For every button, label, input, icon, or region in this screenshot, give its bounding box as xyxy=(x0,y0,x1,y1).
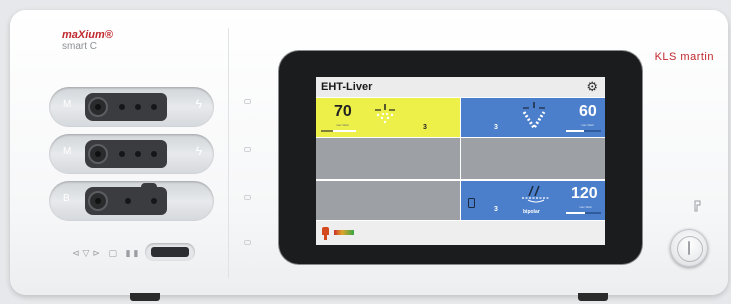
product-model: smart C xyxy=(62,41,97,52)
plug-pin xyxy=(151,198,157,204)
power-level-track xyxy=(566,212,601,214)
socket-3-indicator xyxy=(244,195,251,200)
neutral-electrode-port[interactable] xyxy=(145,243,195,261)
status-footer xyxy=(316,221,605,245)
plug-pin xyxy=(151,104,157,110)
socket-label: B xyxy=(63,193,70,204)
handpiece-icon xyxy=(468,198,475,208)
instrument-socket-2[interactable]: M ϟ xyxy=(49,134,214,174)
power-value: 60 xyxy=(579,103,597,120)
defib-proof-icon: ▮▮ xyxy=(125,248,142,258)
power-value: 120 xyxy=(571,185,598,202)
power-level-fill xyxy=(566,130,584,132)
power-level-track xyxy=(566,130,601,132)
plug-tab xyxy=(141,183,157,189)
plug-pin xyxy=(125,198,131,204)
channel-panel-empty xyxy=(316,181,460,220)
channel-panel-empty xyxy=(461,138,605,179)
device-foot-left xyxy=(130,293,160,301)
plug-ring xyxy=(88,144,108,164)
power-level-track xyxy=(321,130,356,132)
power-level-fill xyxy=(321,130,334,132)
program-title-bar: EHT-Liver ⚙ xyxy=(316,77,605,97)
program-title: EHT-Liver xyxy=(321,81,373,93)
socket-1-indicator xyxy=(244,99,251,104)
power-level-fill xyxy=(566,212,586,214)
connector-plug[interactable] xyxy=(85,140,167,168)
cut-spray-icon xyxy=(375,104,395,124)
bipolar-icon xyxy=(522,185,550,203)
power-sublabel: max Watt xyxy=(579,205,592,209)
touchscreen[interactable]: EHT-Liver ⚙ 70 max Watt 3 3 60 max Watt … xyxy=(316,77,605,245)
neutral-electrode-symbols: ⊲▽⊳ ▢ ▮▮ xyxy=(72,248,141,259)
tool-icon xyxy=(694,200,701,212)
neutral-electrode-gauge-icon xyxy=(334,230,354,235)
connector-plug[interactable] xyxy=(85,183,167,215)
plug-pin xyxy=(119,104,125,110)
socket-2-indicator xyxy=(244,147,251,152)
mode-label: bipolar xyxy=(523,209,540,215)
socket-label: M xyxy=(63,146,72,157)
lightning-icon: ϟ xyxy=(195,144,202,158)
manufacturer-logo: KLS martin xyxy=(654,51,714,63)
plug-pin xyxy=(135,104,141,110)
panel-divider xyxy=(228,28,229,278)
power-sublabel: max Watt xyxy=(336,123,349,127)
channel-panel-empty xyxy=(316,138,460,179)
gear-icon[interactable]: ⚙ xyxy=(586,79,598,95)
power-sublabel: max Watt xyxy=(581,123,594,127)
instrument-socket-1[interactable]: M ϟ xyxy=(49,87,214,127)
socket-label: M xyxy=(63,99,72,110)
plug-ring xyxy=(88,191,108,211)
floating-icon: ▢ xyxy=(108,248,121,258)
brand-logo: maXium® smart C xyxy=(62,30,113,52)
power-button[interactable] xyxy=(670,229,708,267)
footswitch-icon xyxy=(322,227,329,240)
plug-pin xyxy=(119,151,125,157)
neutral-indicator xyxy=(244,240,251,245)
channel-panel-coag[interactable]: 3 60 max Watt xyxy=(461,98,605,137)
power-value: 70 xyxy=(334,103,352,120)
neutral-electrode-icon: ⊲▽⊳ xyxy=(72,248,104,258)
channel-panel-bipolar[interactable]: 3 bipolar 120 max Watt xyxy=(461,181,605,220)
port-slot xyxy=(151,247,189,257)
effect-value: 3 xyxy=(494,124,498,131)
plug-pin xyxy=(151,151,157,157)
effect-value: 3 xyxy=(423,124,427,131)
plug-ring xyxy=(88,97,108,117)
plug-pin xyxy=(135,151,141,157)
spray-coag-icon xyxy=(522,102,546,131)
display-bezel: EHT-Liver ⚙ 70 max Watt 3 3 60 max Watt … xyxy=(279,51,642,264)
effect-value: 3 xyxy=(494,206,498,213)
device-foot-right xyxy=(578,293,608,301)
lightning-icon: ϟ xyxy=(195,97,202,111)
channel-panel-cut[interactable]: 70 max Watt 3 xyxy=(316,98,460,137)
product-name: maXium® xyxy=(62,29,113,41)
instrument-socket-bipolar[interactable]: B xyxy=(49,181,214,221)
electrosurgical-unit: maXium® smart C KLS martin M ϟ M ϟ B ⊲▽⊳… xyxy=(10,10,728,301)
connector-plug[interactable] xyxy=(85,93,167,121)
